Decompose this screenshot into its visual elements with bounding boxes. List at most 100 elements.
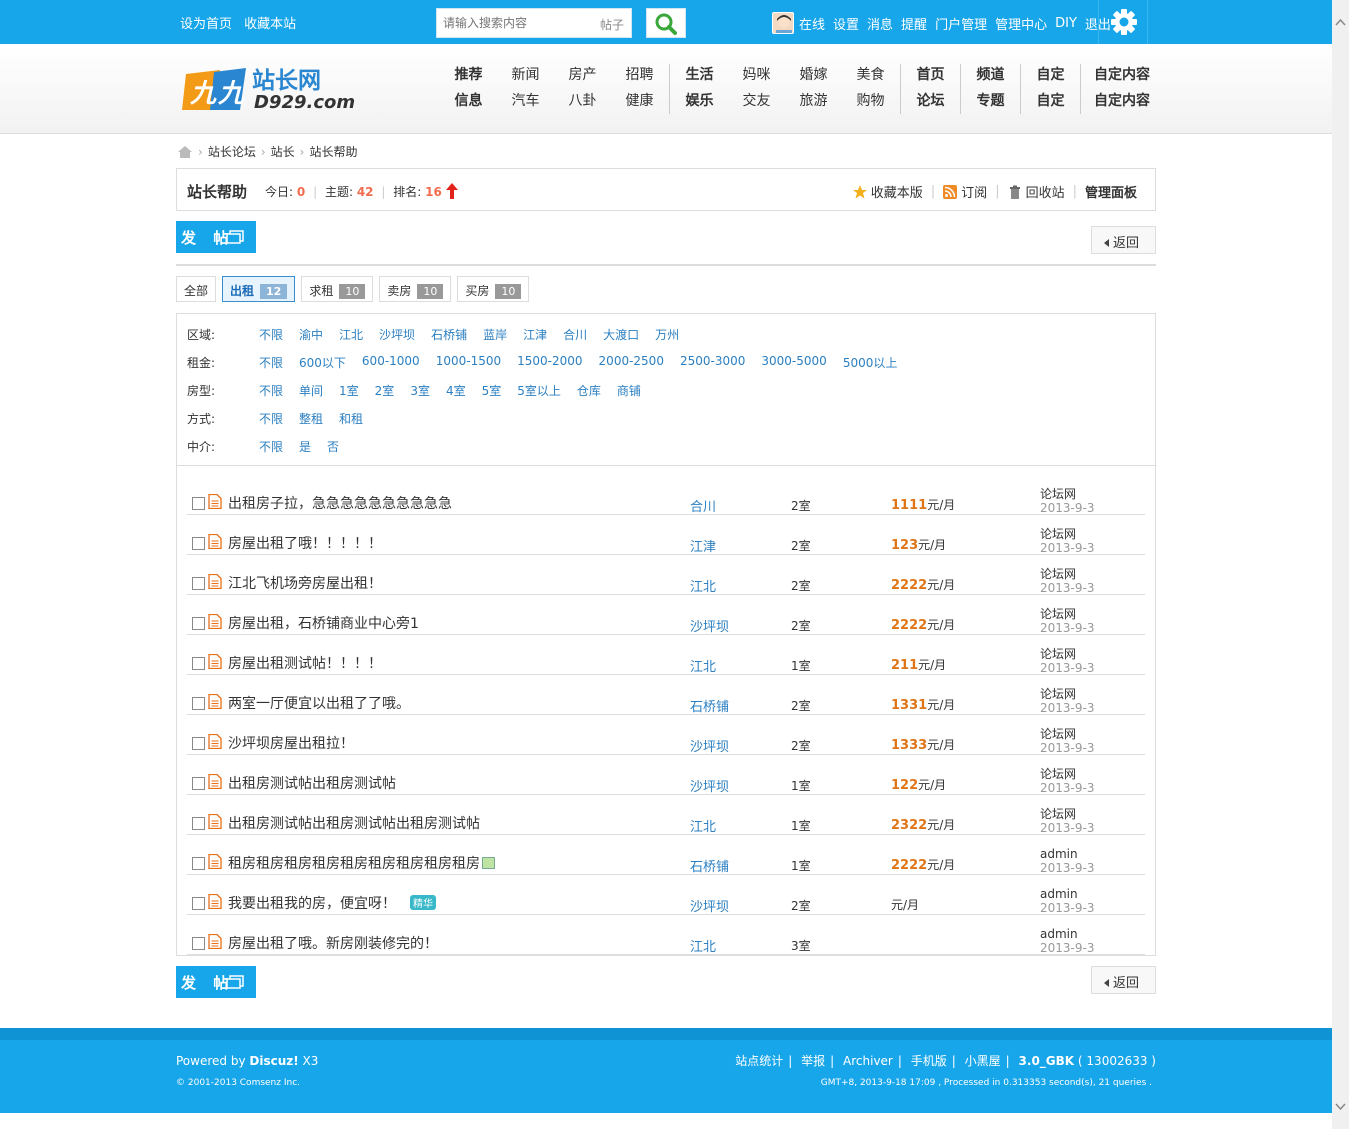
nav-item[interactable]: 首页 (902, 62, 959, 88)
discuz-link[interactable]: Discuz! (249, 1054, 298, 1068)
avatar[interactable] (772, 12, 794, 34)
nav-item[interactable]: 专题 (962, 88, 1019, 114)
filter-option[interactable]: 3室 (410, 382, 430, 399)
thread-checkbox[interactable] (192, 937, 205, 950)
filter-option[interactable]: 5000以上 (843, 354, 898, 371)
filter-option[interactable]: 600以下 (299, 354, 346, 371)
filter-option[interactable]: 仓库 (577, 382, 601, 399)
new-post-button[interactable]: 发 帖 (176, 221, 256, 253)
user-link-reminders[interactable]: 提醒 (901, 14, 927, 33)
tab-buy-house[interactable]: 买房 10 (457, 276, 530, 302)
settings-button[interactable] (1098, 0, 1148, 44)
thread-checkbox[interactable] (192, 737, 205, 750)
thread-title[interactable]: 两室一厅便宜以出租了了哦。 (228, 693, 410, 713)
admin-panel-button[interactable]: 管理面板 (1085, 182, 1137, 201)
nav-item[interactable]: 自定 (1022, 62, 1079, 88)
footer-link-mobile[interactable]: 手机版 (911, 1054, 947, 1068)
footer-link-blackroom[interactable]: 小黑屋 (965, 1054, 1001, 1068)
user-link-diy[interactable]: DIY (1055, 16, 1077, 31)
back-button[interactable]: 返回 (1091, 966, 1156, 994)
nav-item[interactable]: 招聘 (611, 62, 668, 88)
nav-item[interactable]: 论坛 (902, 88, 959, 114)
author-name[interactable]: admin (1040, 847, 1078, 861)
author-name[interactable]: 论坛网 (1040, 767, 1076, 781)
tab-sell-house[interactable]: 卖房 10 (379, 276, 452, 302)
thread-title[interactable]: 租房租房租房租房租房租房租房租房租房 (228, 853, 495, 873)
nav-item[interactable]: 房产 (554, 62, 611, 88)
nav-item[interactable]: 旅游 (785, 88, 842, 114)
thread-area[interactable]: 江津 (690, 536, 716, 555)
filter-option[interactable]: 否 (327, 438, 339, 455)
author-name[interactable]: 论坛网 (1040, 527, 1076, 541)
nav-item[interactable]: 自定内容 (1082, 88, 1162, 114)
thread-checkbox[interactable] (192, 657, 205, 670)
thread-title[interactable]: 房屋出租了哦。新房刚装修完的！ (228, 933, 438, 953)
thread-checkbox[interactable] (192, 497, 205, 510)
thread-checkbox[interactable] (192, 777, 205, 790)
filter-option[interactable]: 商铺 (617, 382, 641, 399)
filter-option[interactable]: 江津 (523, 326, 547, 343)
filter-option[interactable]: 5室以上 (517, 382, 561, 399)
tab-all[interactable]: 全部 (176, 276, 217, 302)
thread-area[interactable]: 沙坪坝 (690, 616, 729, 635)
nav-item[interactable]: 娱乐 (671, 88, 728, 114)
user-link-admin-center[interactable]: 管理中心 (995, 14, 1047, 33)
search-input[interactable] (437, 9, 587, 37)
thread-area[interactable]: 沙坪坝 (690, 896, 729, 915)
author-name[interactable]: 论坛网 (1040, 687, 1076, 701)
filter-option[interactable]: 沙坪坝 (379, 326, 415, 343)
version-link[interactable]: 3.0_GBK (1019, 1054, 1075, 1068)
breadcrumb-item[interactable]: 站长论坛 (208, 143, 256, 160)
filter-option[interactable]: 整租 (299, 410, 323, 427)
filter-option[interactable]: 2500-3000 (680, 354, 745, 371)
filter-option[interactable]: 不限 (259, 354, 283, 371)
thread-area[interactable]: 江北 (690, 576, 716, 595)
user-link-settings[interactable]: 设置 (833, 14, 859, 33)
filter-option[interactable]: 不限 (259, 410, 283, 427)
thread-title[interactable]: 房屋出租测试帖！！！！ (228, 653, 382, 673)
tab-seek-rent[interactable]: 求租 10 (301, 276, 374, 302)
thread-area[interactable]: 江北 (690, 656, 716, 675)
filter-option[interactable]: 是 (299, 438, 311, 455)
author-name[interactable]: 论坛网 (1040, 487, 1076, 501)
thread-checkbox[interactable] (192, 617, 205, 630)
breadcrumb-item[interactable]: 站长 (271, 143, 295, 160)
nav-item[interactable]: 信息 (440, 88, 497, 114)
page-scrollbar[interactable] (1332, 0, 1349, 1129)
thread-area[interactable]: 沙坪坝 (690, 736, 729, 755)
filter-option[interactable]: 3000-5000 (761, 354, 826, 371)
thread-area[interactable]: 合川 (690, 496, 716, 515)
thread-checkbox[interactable] (192, 897, 205, 910)
filter-option[interactable]: 不限 (259, 382, 283, 399)
breadcrumb-item[interactable]: 站长帮助 (309, 143, 357, 160)
filter-option[interactable]: 1500-2000 (517, 354, 582, 371)
filter-option[interactable]: 单间 (299, 382, 323, 399)
thread-checkbox[interactable] (192, 817, 205, 830)
new-post-button[interactable]: 发 帖 (176, 966, 256, 998)
filter-option[interactable]: 石桥铺 (431, 326, 467, 343)
author-name[interactable]: 论坛网 (1040, 607, 1076, 621)
nav-item[interactable]: 八卦 (554, 88, 611, 114)
filter-option[interactable]: 不限 (259, 438, 283, 455)
user-link-messages[interactable]: 消息 (867, 14, 893, 33)
author-name[interactable]: admin (1040, 927, 1078, 941)
nav-item[interactable]: 健康 (611, 88, 668, 114)
search-button[interactable] (646, 8, 686, 38)
back-button[interactable]: 返回 (1091, 226, 1156, 254)
thread-title[interactable]: 房屋出租了哦！！！！！ (228, 533, 382, 553)
search-type-select[interactable]: 帖子 (600, 16, 624, 33)
scroll-up-icon[interactable] (1332, 14, 1349, 31)
thread-area[interactable]: 江北 (690, 816, 716, 835)
thread-checkbox[interactable] (192, 577, 205, 590)
thread-title[interactable]: 出租房子拉，急急急急急急急急急急 (228, 493, 452, 513)
thread-area[interactable]: 石桥铺 (690, 696, 729, 715)
nav-item[interactable]: 交友 (728, 88, 785, 114)
author-name[interactable]: 论坛网 (1040, 727, 1076, 741)
footer-link-archiver[interactable]: Archiver (843, 1054, 893, 1068)
recycle-bin-button[interactable]: 回收站 (1008, 182, 1065, 201)
nav-item[interactable]: 推荐 (440, 62, 497, 88)
thread-title[interactable]: 房屋出租，石桥铺商业中心旁1 (228, 613, 419, 633)
thread-area[interactable]: 石桥铺 (690, 856, 729, 875)
nav-item[interactable]: 自定内容 (1082, 62, 1162, 88)
filter-option[interactable]: 2000-2500 (599, 354, 664, 371)
